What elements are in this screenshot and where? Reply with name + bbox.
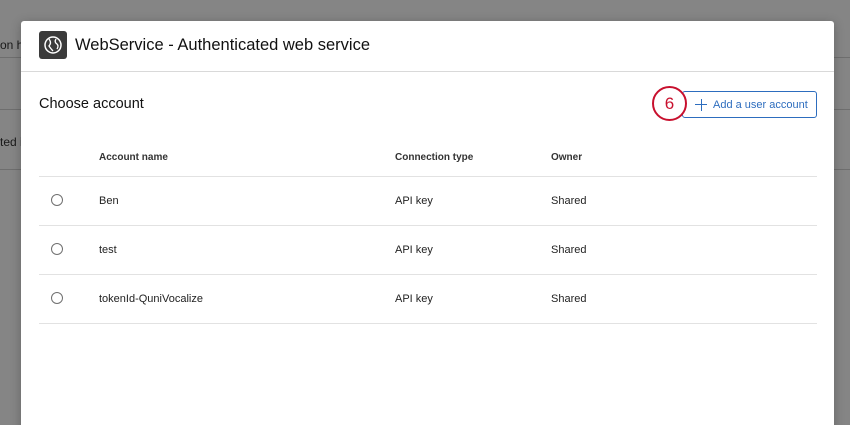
account-name-cell: tokenId-QuniVocalize (99, 293, 203, 305)
section-title: Choose account (39, 96, 144, 112)
globe-icon-graphic (44, 36, 62, 54)
modal-title: WebService - Authenticated web service (75, 36, 371, 54)
owner-cell: Shared (551, 293, 587, 305)
owner-cell: Shared (551, 244, 587, 256)
connection-type-cell: API key (395, 195, 433, 207)
owner-cell: Shared (551, 195, 587, 207)
table-header: Account name Connection type Owner (39, 143, 817, 177)
globe-icon (39, 31, 67, 59)
table-row[interactable]: tokenId-QuniVocalize API key Shared (39, 275, 817, 324)
add-user-account-button[interactable]: Add a user account (682, 91, 817, 118)
account-radio[interactable] (51, 292, 63, 304)
step-number-badge: 6 (652, 86, 687, 121)
account-name-cell: test (99, 244, 117, 256)
connection-type-cell: API key (395, 293, 433, 305)
accounts-table: Account name Connection type Owner Ben A… (39, 143, 817, 324)
table-row[interactable]: test API key Shared (39, 226, 817, 275)
plus-icon (695, 98, 707, 111)
account-name-cell: Ben (99, 195, 119, 207)
modal-header: WebService - Authenticated web service (21, 21, 834, 72)
column-header-owner: Owner (551, 152, 583, 163)
choose-account-modal: WebService - Authenticated web service C… (21, 21, 834, 425)
add-user-account-label: Add a user account (713, 98, 808, 111)
column-header-account-name: Account name (99, 152, 168, 163)
account-radio[interactable] (51, 243, 63, 255)
connection-type-cell: API key (395, 244, 433, 256)
account-radio[interactable] (51, 194, 63, 206)
table-row[interactable]: Ben API key Shared (39, 177, 817, 226)
column-header-connection-type: Connection type (395, 152, 474, 163)
